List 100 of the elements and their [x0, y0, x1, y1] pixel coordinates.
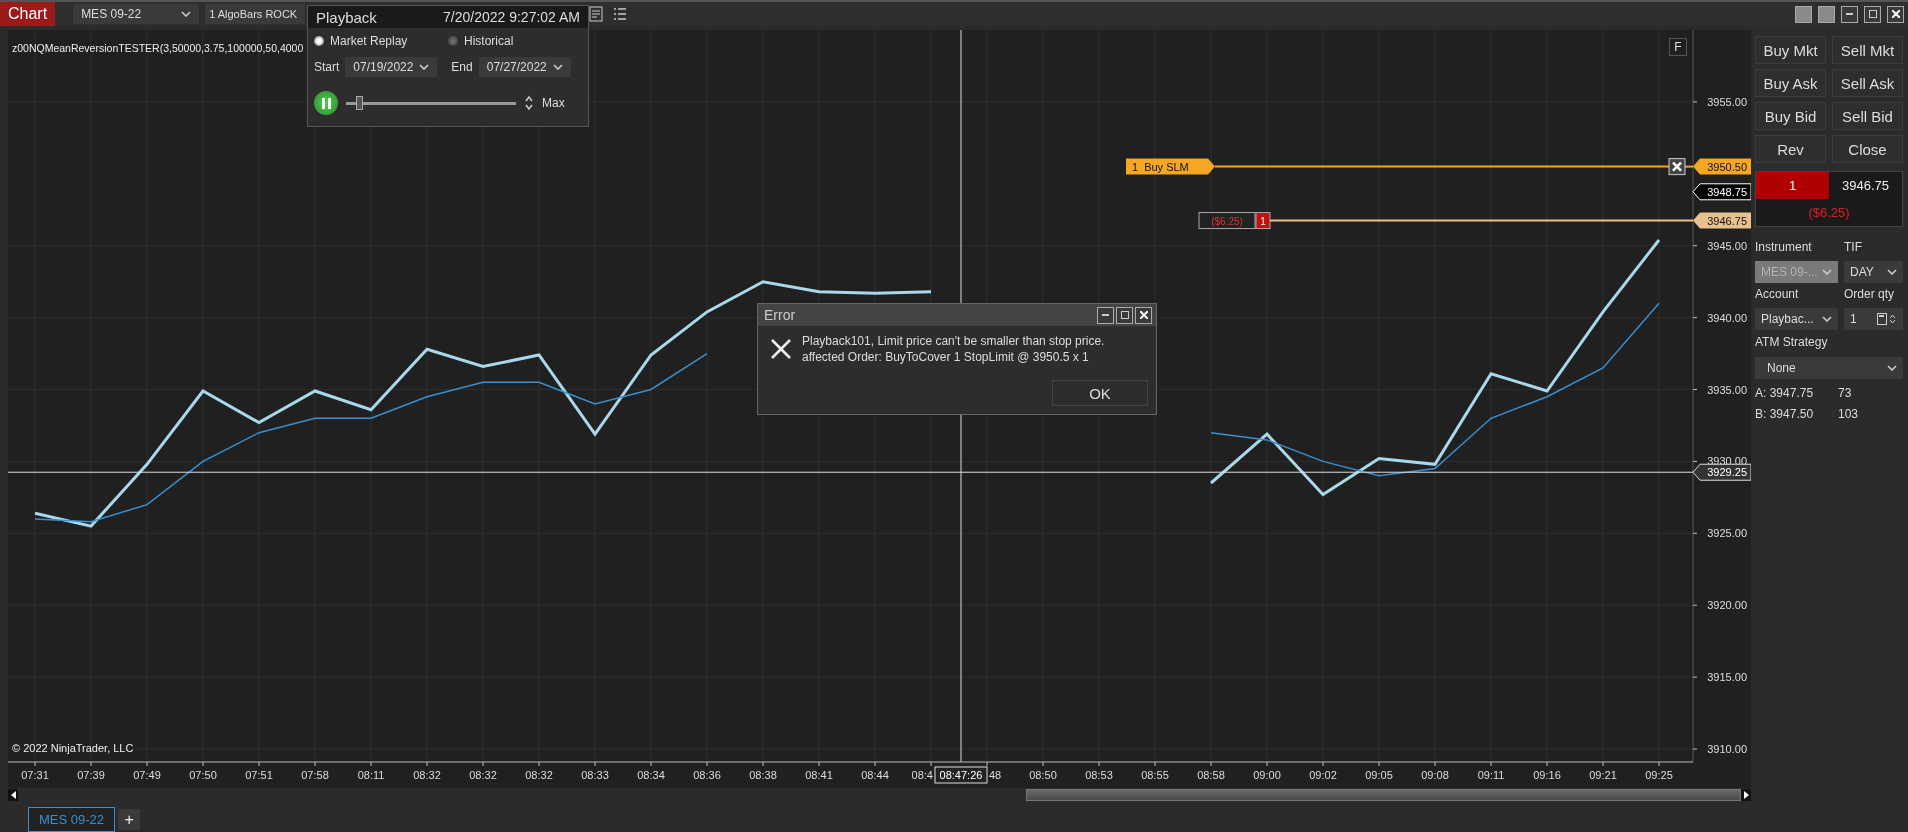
- close-icon: [1891, 10, 1900, 18]
- time-label: 09:08: [1421, 769, 1449, 781]
- order-label[interactable]: 1 Buy SLM: [1126, 158, 1215, 175]
- field-label: Account: [1755, 287, 1800, 303]
- field-label: Order qty: [1844, 287, 1895, 303]
- time-label: 08:53: [1085, 769, 1113, 781]
- price-label: 3940.00: [1707, 311, 1747, 324]
- start-date-select[interactable]: 07/19/2022: [345, 57, 438, 77]
- time-label: 08:33: [581, 769, 609, 781]
- minimize-icon: [1846, 13, 1853, 15]
- bars-select[interactable]: 1 AlgoBars ROCK: [205, 4, 306, 24]
- end-label: End: [451, 60, 473, 74]
- left-arrow-icon: [10, 791, 16, 799]
- minimize-button[interactable]: [1841, 5, 1858, 23]
- window-button[interactable]: [1795, 5, 1812, 23]
- chart-properties-icon[interactable]: [587, 5, 606, 23]
- atm-strategy-select[interactable]: None: [1755, 357, 1903, 379]
- time-label: 07:50: [189, 769, 217, 781]
- time-label: 09:02: [1309, 769, 1337, 781]
- quote-price: B: 3947.50: [1755, 407, 1815, 421]
- speed-slider[interactable]: [346, 96, 516, 110]
- order-button[interactable]: Rev: [1755, 135, 1826, 163]
- order-button[interactable]: Buy Bid: [1755, 102, 1826, 130]
- quote-size: 73: [1838, 386, 1853, 400]
- order-button[interactable]: Buy Mkt: [1755, 36, 1826, 64]
- quantity-field[interactable]: 1: [1844, 308, 1903, 330]
- caret-icon: [1822, 269, 1832, 275]
- spinner-icon[interactable]: [524, 94, 534, 112]
- chart-tab[interactable]: Chart: [0, 2, 56, 26]
- maximize-icon: [1868, 10, 1877, 18]
- maximize-button[interactable]: [1864, 5, 1881, 23]
- radio-label: Historical: [464, 34, 514, 48]
- window-button[interactable]: [1818, 5, 1835, 23]
- scrollbar-thumb[interactable]: [1026, 789, 1741, 801]
- window-title: Playback: [316, 8, 377, 26]
- close-icon[interactable]: [1668, 158, 1686, 176]
- caret-icon: [1887, 269, 1897, 275]
- scroll-left-button[interactable]: [8, 789, 18, 801]
- maximize-button[interactable]: [1116, 306, 1133, 324]
- price-label: 3935.00: [1707, 383, 1747, 396]
- error-message: affected Order: BuyToCover 1 StopLimit @ 3950.5 x 1: [802, 350, 1090, 364]
- order-button[interactable]: Sell Mkt: [1832, 36, 1903, 64]
- time-label: 08:55: [1141, 769, 1169, 781]
- copyright-label: © 2022 NinjaTrader, LLC: [12, 742, 134, 754]
- position-price-label: 3946.75: [1693, 212, 1751, 229]
- ok-button[interactable]: OK: [1052, 380, 1148, 406]
- time-label: 08:32: [525, 769, 553, 781]
- quote-price: A: 3947.75: [1755, 386, 1815, 400]
- time-label: 09:16: [1533, 769, 1561, 781]
- close-button[interactable]: [1135, 306, 1152, 324]
- radio-button[interactable]: [448, 36, 458, 46]
- error-icon: [770, 338, 792, 360]
- chart-tab[interactable]: MES 09-22: [28, 807, 116, 832]
- crosshair-time-label: 08:47:26: [934, 766, 988, 784]
- time-label: 07:39: [77, 769, 105, 781]
- order-price-label: 3950.50: [1693, 158, 1751, 175]
- end-date-select[interactable]: 07/27/2022: [478, 57, 571, 77]
- time-label: 48: [989, 769, 1002, 781]
- caret-icon: [1822, 316, 1832, 322]
- time-label: 08:44: [861, 769, 889, 781]
- f-button[interactable]: F: [1669, 38, 1687, 56]
- playback-time: 7/20/2022 9:27:02 AM: [443, 9, 580, 25]
- last-price-label: 3948.75: [1692, 183, 1751, 201]
- caret-icon: [419, 64, 430, 70]
- order-button[interactable]: Buy Ask: [1755, 69, 1826, 97]
- calculator-icon[interactable]: [1877, 313, 1897, 325]
- order-button[interactable]: Sell Ask: [1832, 69, 1903, 97]
- time-label: 07:31: [21, 769, 49, 781]
- radio-label: Market Replay: [330, 34, 408, 48]
- dialog-title: Error: [764, 307, 796, 323]
- price-label: 3955.00: [1707, 95, 1747, 108]
- minimize-button[interactable]: [1097, 306, 1114, 324]
- time-label: 08:11: [357, 769, 385, 781]
- price-label: 3920.00: [1707, 599, 1747, 612]
- time-label: 09:25: [1645, 769, 1673, 781]
- instrument-select[interactable]: MES 09-22: [73, 4, 200, 24]
- time-label: 07:51: [245, 769, 273, 781]
- maximize-icon: [1120, 311, 1129, 319]
- time-label: 08:50: [1029, 769, 1057, 781]
- account-select[interactable]: Playbac...: [1755, 308, 1838, 330]
- start-label: Start: [314, 60, 340, 74]
- price-label: 3915.00: [1707, 671, 1747, 684]
- time-label: 07:58: [301, 769, 329, 781]
- field-label: ATM Strategy: [1755, 335, 1829, 351]
- tif-select[interactable]: DAY: [1844, 261, 1903, 283]
- close-button[interactable]: [1887, 5, 1904, 23]
- pause-button[interactable]: [314, 91, 338, 115]
- slider-thumb[interactable]: [355, 96, 363, 110]
- radio-button[interactable]: [314, 36, 324, 46]
- order-button[interactable]: Sell Bid: [1832, 102, 1903, 130]
- close-icon: [1139, 311, 1148, 319]
- scroll-right-button[interactable]: [1741, 789, 1751, 801]
- caret-icon: [552, 64, 563, 70]
- time-label: 08:38: [749, 769, 777, 781]
- field-label: Instrument: [1755, 240, 1813, 256]
- order-button[interactable]: Close: [1832, 135, 1903, 163]
- right-arrow-icon: [1743, 791, 1749, 799]
- add-tab-button[interactable]: +: [118, 809, 141, 830]
- price-label: 3910.00: [1707, 743, 1747, 756]
- time-label: 08:58: [1197, 769, 1225, 781]
